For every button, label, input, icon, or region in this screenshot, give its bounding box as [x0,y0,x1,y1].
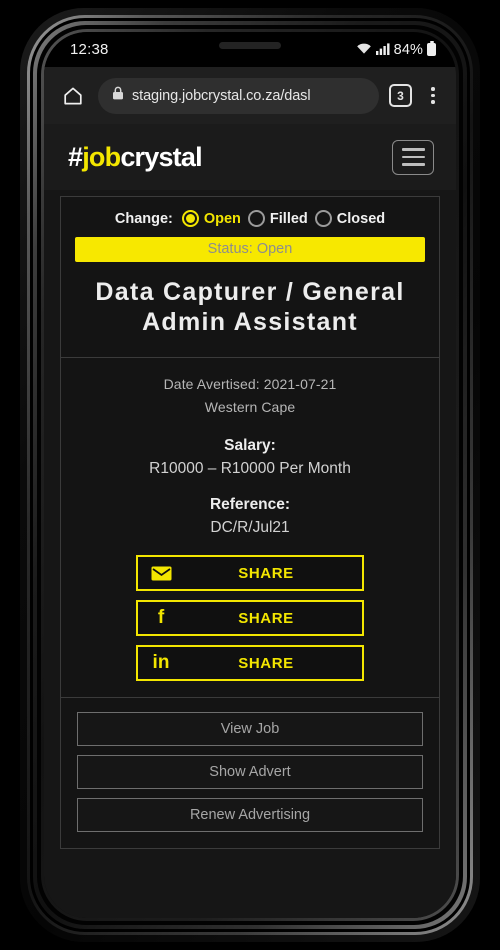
status-bar-clock: 12:38 [70,41,109,58]
lock-icon [112,86,124,105]
salary-heading: Salary: [224,437,276,455]
battery-icon [427,40,436,56]
salary-block: Salary: R10000 – R10000 Per Month [79,437,421,478]
radio-option-filled[interactable]: Filled [247,210,308,227]
show-advert-button[interactable]: Show Advert [77,755,423,790]
facebook-icon: f [157,607,165,629]
reference-heading: Reference: [209,496,291,514]
share-email-label: SHARE [238,564,294,582]
job-location: Western Cape [204,399,296,416]
share-facebook-button[interactable]: f SHARE [136,600,364,637]
radio-label-filled: Filled [269,210,308,227]
phone-screen: 12:38 84% staging.jobcrystal.co.za/dasl … [44,32,456,918]
tab-counter-button[interactable]: 3 [389,84,412,107]
url-text[interactable]: staging.jobcrystal.co.za/dasl [132,88,310,104]
share-linkedin-button[interactable]: in SHARE [136,645,364,682]
system-status-bar: 12:38 84% [44,32,456,67]
overflow-menu-icon[interactable] [422,86,444,105]
job-card: Change: Open Filled Closed Status: Open … [60,196,440,850]
hamburger-menu-icon[interactable] [392,139,434,175]
salary-value: R10000 – R10000 Per Month [149,460,351,478]
browser-toolbar: staging.jobcrystal.co.za/dasl 3 [44,67,456,124]
status-badge: Status: Open [75,237,425,262]
reference-value: DC/R/Jul21 [210,519,290,537]
linkedin-icon: in [152,652,170,674]
earpiece-speaker [219,42,281,49]
signal-bars-icon [375,42,390,58]
share-email-button[interactable]: SHARE [136,555,364,592]
view-job-button[interactable]: View Job [77,712,423,747]
change-status-radio-group: Change: Open Filled Closed [75,210,425,227]
home-icon[interactable] [58,81,88,111]
date-advertised: Date Avertised: 2021-07-21 [163,376,337,392]
share-button-list: SHARE f SHARE in SHARE [79,555,421,682]
action-button-group: View Job Show Advert Renew Advertising [61,698,439,848]
logo-hash: # [68,141,83,172]
job-title: Data Capturer / General Admin Assistant [95,278,405,336]
status-section: Change: Open Filled Closed Status: Open [61,197,439,276]
job-details: Date Avertised: 2021-07-21 Western Cape … [61,358,439,697]
phone-frame: 12:38 84% staging.jobcrystal.co.za/dasl … [20,8,480,942]
status-bar-icons: 84% [356,40,436,58]
logo-job: job [82,141,121,172]
radio-label-closed: Closed [336,210,386,227]
radio-option-closed[interactable]: Closed [314,210,386,227]
radio-option-open[interactable]: Open [181,210,241,227]
radio-button-closed[interactable] [314,210,332,227]
reference-block: Reference: DC/R/Jul21 [79,496,421,537]
wifi-icon [356,42,372,58]
battery-percentage: 84% [393,41,423,58]
radio-label-open: Open [203,210,241,227]
email-envelope-icon [138,566,184,581]
site-header: #jobcrystal [44,124,456,190]
radio-button-open[interactable] [181,210,199,227]
radio-button-filled[interactable] [247,210,265,227]
share-facebook-label: SHARE [238,609,294,627]
jobcrystal-logo[interactable]: #jobcrystal [68,141,203,173]
share-linkedin-label: SHARE [238,654,294,672]
change-label: Change: [114,210,173,227]
logo-crystal: crystal [120,141,202,172]
url-bar[interactable]: staging.jobcrystal.co.za/dasl [98,77,379,114]
web-page-content: #jobcrystal Change: Open Filled Closed S… [44,124,456,918]
renew-advertising-button[interactable]: Renew Advertising [77,798,423,833]
